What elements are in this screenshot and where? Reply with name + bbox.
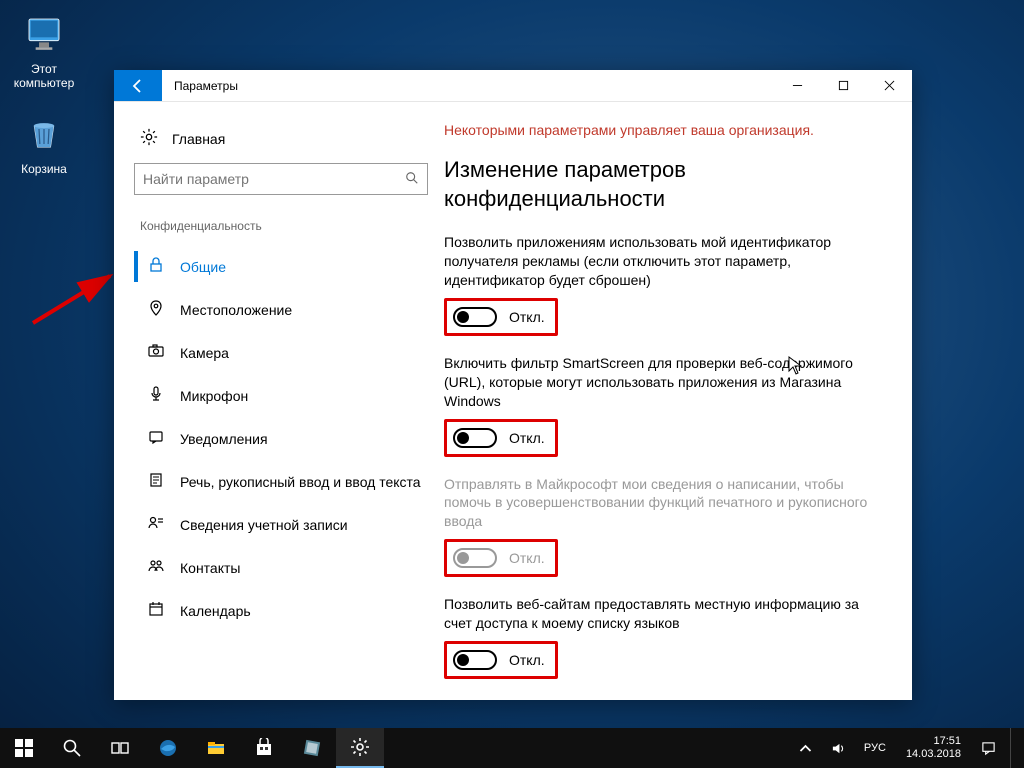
toggle-state-label: Откл. <box>509 430 545 446</box>
setting-desc: Позволить веб-сайтам предоставлять местн… <box>444 595 888 633</box>
contacts-icon <box>148 558 164 577</box>
toggle-language-list[interactable]: Откл. <box>444 641 558 679</box>
search-icon <box>405 171 419 188</box>
desktop-icon-label: Корзина <box>6 162 82 176</box>
sidebar-item-location[interactable]: Местоположение <box>134 288 444 331</box>
desktop: Этот компьютер Корзина Параметры Главная <box>0 0 1024 768</box>
tray-time: 17:51 <box>906 735 961 748</box>
back-button[interactable] <box>114 70 162 101</box>
toggle-state-label: Откл. <box>509 652 545 668</box>
desktop-icon-recycle-bin[interactable]: Корзина <box>6 110 82 176</box>
sidebar-item-label: Уведомления <box>180 431 268 447</box>
minimize-button[interactable] <box>774 70 820 101</box>
maximize-button[interactable] <box>820 70 866 101</box>
search-button[interactable] <box>48 728 96 768</box>
sidebar-item-label: Общие <box>180 259 226 275</box>
taskbar-app-unknown[interactable] <box>288 728 336 768</box>
titlebar: Параметры <box>114 70 912 102</box>
toggle-switch[interactable] <box>453 650 497 670</box>
sidebar-item-general[interactable]: Общие <box>134 245 444 288</box>
home-link[interactable]: Главная <box>134 122 444 163</box>
taskbar-app-store[interactable] <box>240 728 288 768</box>
sidebar-item-notifications[interactable]: Уведомления <box>134 417 444 460</box>
sidebar: Главная Конфиденциальность Общие Местопо… <box>114 102 444 700</box>
org-managed-message: Некоторыми параметрами управляет ваша ор… <box>444 122 888 138</box>
taskbar-app-settings[interactable] <box>336 728 384 768</box>
setting-desc: Включить фильтр SmartScreen для проверки… <box>444 354 888 411</box>
search-input-wrap[interactable] <box>134 163 428 195</box>
sidebar-item-label: Сведения учетной записи <box>180 517 348 533</box>
sidebar-item-label: Камера <box>180 345 229 361</box>
toggle-switch[interactable] <box>453 428 497 448</box>
toggle-smartscreen[interactable]: Откл. <box>444 419 558 457</box>
tray-chevron-up-icon[interactable] <box>794 741 817 756</box>
page-heading: Изменение параметров конфиденциальности <box>444 156 888 213</box>
toggle-state-label: Откл. <box>509 550 545 566</box>
desktop-icon-this-pc[interactable]: Этот компьютер <box>6 10 82 90</box>
desktop-icon-label: Этот компьютер <box>6 62 82 90</box>
setting-desc: Отправлять в Майкрософт мои сведения о н… <box>444 475 888 532</box>
tray-language[interactable]: РУС <box>860 742 890 754</box>
toggle-switch[interactable] <box>453 307 497 327</box>
sidebar-item-label: Календарь <box>180 603 251 619</box>
task-view-button[interactable] <box>96 728 144 768</box>
settings-window: Параметры Главная Конфиденциальность <box>114 70 912 700</box>
tray-clock[interactable]: 17:51 14.03.2018 <box>900 735 967 760</box>
sidebar-item-calendar[interactable]: Календарь <box>134 589 444 632</box>
camera-icon <box>148 343 164 362</box>
sidebar-nav: Общие Местоположение Камера Микрофон <box>134 245 444 632</box>
start-button[interactable] <box>0 728 48 768</box>
sidebar-item-label: Микрофон <box>180 388 248 404</box>
sidebar-item-label: Речь, рукописный ввод и ввод текста <box>180 474 421 490</box>
content-pane: Некоторыми параметрами управляет ваша ор… <box>444 102 912 700</box>
monitor-icon <box>20 10 68 58</box>
annotation-arrow <box>28 268 118 328</box>
bin-icon <box>20 110 68 158</box>
toggle-advertising-id[interactable]: Откл. <box>444 298 558 336</box>
tray-action-center-icon[interactable] <box>977 741 1000 756</box>
taskbar-app-explorer[interactable] <box>192 728 240 768</box>
clipboard-icon <box>148 472 164 491</box>
account-icon <box>148 515 164 534</box>
show-desktop-button[interactable] <box>1010 728 1016 768</box>
sidebar-item-label: Контакты <box>180 560 240 576</box>
lock-icon <box>148 257 164 276</box>
system-tray: РУС 17:51 14.03.2018 <box>786 728 1024 768</box>
tray-date: 14.03.2018 <box>906 748 961 761</box>
notifications-icon <box>148 429 164 448</box>
taskbar-app-edge[interactable] <box>144 728 192 768</box>
sidebar-item-camera[interactable]: Камера <box>134 331 444 374</box>
window-title: Параметры <box>162 70 774 101</box>
gear-icon <box>140 128 158 149</box>
search-input[interactable] <box>143 171 405 187</box>
taskbar: РУС 17:51 14.03.2018 <box>0 728 1024 768</box>
sidebar-item-microphone[interactable]: Микрофон <box>134 374 444 417</box>
home-label: Главная <box>172 131 225 147</box>
sidebar-item-speech-inking[interactable]: Речь, рукописный ввод и ввод текста <box>134 460 444 503</box>
location-icon <box>148 300 164 319</box>
sidebar-item-contacts[interactable]: Контакты <box>134 546 444 589</box>
window-body: Главная Конфиденциальность Общие Местопо… <box>114 102 912 700</box>
close-button[interactable] <box>866 70 912 101</box>
setting-desc: Позволить приложениям использовать мой и… <box>444 233 888 290</box>
toggle-state-label: Откл. <box>509 309 545 325</box>
toggle-send-typing-info: Откл. <box>444 539 558 577</box>
microphone-icon <box>148 386 164 405</box>
sidebar-item-account-info[interactable]: Сведения учетной записи <box>134 503 444 546</box>
tray-volume-icon[interactable] <box>827 741 850 756</box>
calendar-icon <box>148 601 164 620</box>
sidebar-item-label: Местоположение <box>180 302 292 318</box>
sidebar-group-label: Конфиденциальность <box>134 219 444 233</box>
toggle-switch <box>453 548 497 568</box>
